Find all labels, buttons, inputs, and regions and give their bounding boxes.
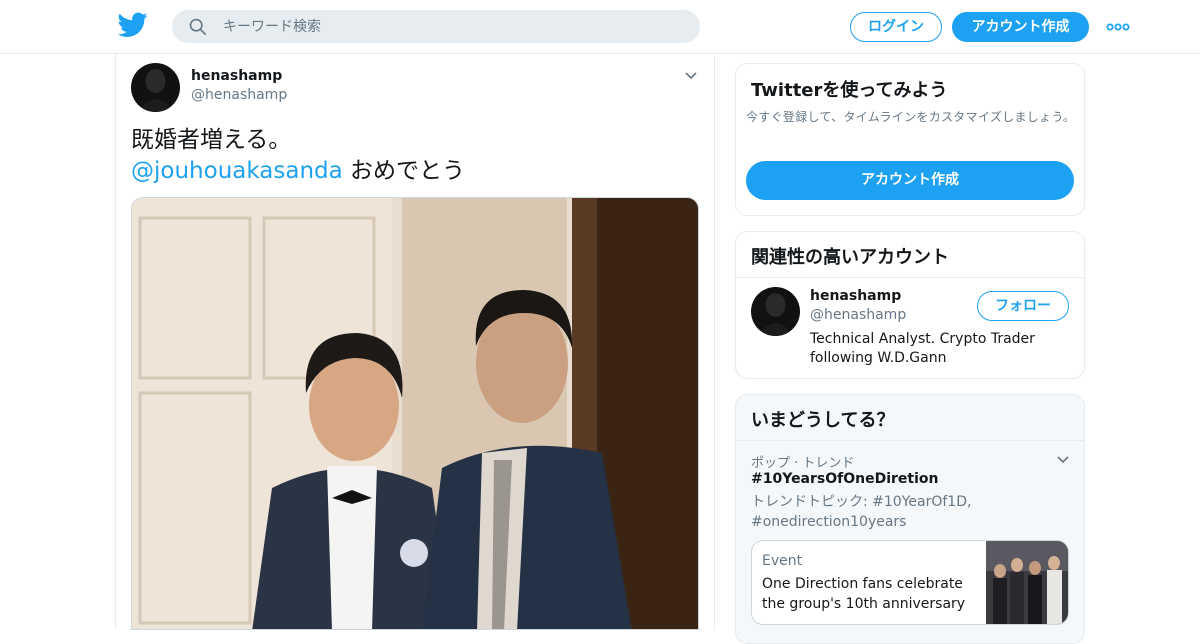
trend-topics: トレンドトピック: #10YearOf1D, #onedirection10ye…: [751, 494, 972, 530]
search-input[interactable]: [223, 11, 683, 42]
trend-category: ポップ · トレンド: [751, 456, 855, 471]
login-button[interactable]: ログイン: [850, 12, 942, 42]
related-accounts-title: 関連性の高いアカウント: [751, 247, 949, 268]
related-accounts-card: 関連性の高いアカウント henashamp @henashamp Technic…: [735, 231, 1085, 379]
trend-name[interactable]: #10YearsOfOneDiretion: [751, 471, 939, 487]
tweet-author-handle[interactable]: @henashamp: [191, 87, 287, 103]
event-title: One Direction fans celebrate the group's…: [762, 576, 966, 612]
signup-card-description: 今すぐ登録して、タイムラインをカスタマイズしましょう。: [746, 110, 1076, 124]
tweet-text-line: @jouhouakasanda おめでとう: [131, 156, 701, 187]
signup-card-title: Twitterを使ってみよう: [751, 80, 948, 101]
trends-card: いまどうしてる？ ポップ · トレンド #10YearsOfOneDiretio…: [735, 394, 1085, 644]
photo-illustration: [132, 198, 698, 629]
tweet-text-fragment: おめでとう: [342, 158, 466, 184]
tweet-photo[interactable]: [131, 197, 699, 630]
signup-button[interactable]: アカウント作成: [952, 12, 1089, 42]
tweet-text: 既婚者増える。 @jouhouakasanda おめでとう: [131, 125, 701, 187]
mention-link[interactable]: @jouhouakasanda: [131, 158, 343, 184]
chevron-down-icon[interactable]: [1056, 455, 1070, 465]
trends-title: いまどうしてる？: [751, 410, 895, 431]
more-icon[interactable]: [1105, 18, 1131, 36]
avatar[interactable]: [751, 287, 800, 336]
twitter-bird-icon[interactable]: [118, 12, 148, 38]
tweet: henashamp @henashamp 既婚者増える。 @jouhouakas…: [115, 54, 715, 630]
search-icon: [189, 18, 207, 36]
create-account-button[interactable]: アカウント作成: [746, 161, 1074, 200]
search-box[interactable]: [172, 10, 700, 43]
event-label: Event: [762, 553, 803, 569]
event-thumbnail: [986, 541, 1068, 624]
chevron-down-icon[interactable]: [684, 71, 698, 81]
account-handle[interactable]: @henashamp: [810, 307, 906, 323]
tweet-text-line: 既婚者増える。: [131, 127, 292, 153]
top-navigation-bar: ログイン アカウント作成: [0, 0, 1200, 54]
account-name[interactable]: henashamp: [810, 288, 901, 304]
divider: [736, 440, 1084, 441]
signup-card: Twitterを使ってみよう 今すぐ登録して、タイムラインをカスタマイズしましょ…: [735, 63, 1085, 216]
tweet-author-name[interactable]: henashamp: [191, 68, 282, 84]
avatar[interactable]: [131, 63, 180, 112]
account-bio: Technical Analyst. Crypto Trader followi…: [810, 331, 1035, 366]
event-card[interactable]: Event One Direction fans celebrate the g…: [751, 540, 1069, 625]
divider: [736, 277, 1084, 278]
follow-button[interactable]: フォロー: [977, 291, 1069, 321]
